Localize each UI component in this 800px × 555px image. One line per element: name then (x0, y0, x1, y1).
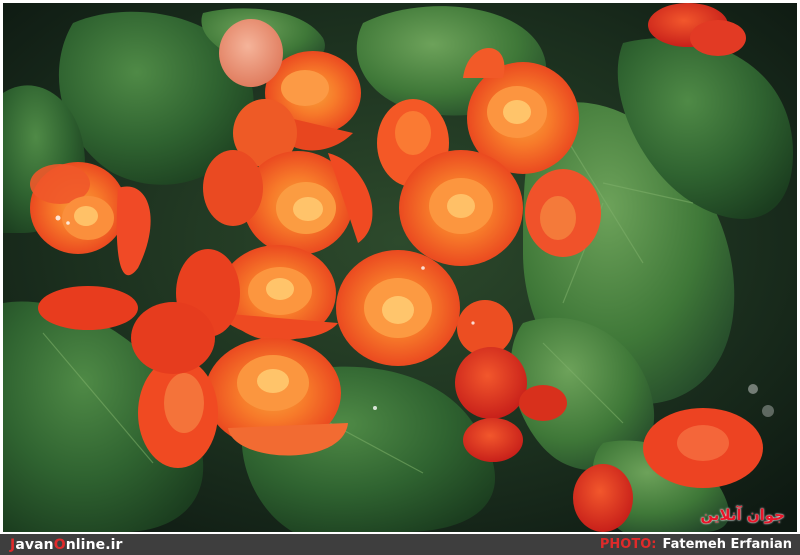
photo-frame: جوان آنلاین JavanOnline.ir PHOTO: Fatemeh… (0, 0, 800, 555)
begonia-photo: جوان آنلاین (3, 3, 797, 532)
site-name-accent-o: O (53, 536, 66, 553)
flower (399, 150, 523, 266)
site-name-mid: avan (15, 536, 54, 553)
flower-illustration (3, 3, 797, 532)
photo-credit: PHOTO: Fatemeh Erfanian (600, 537, 792, 552)
flower (38, 286, 138, 330)
flower (643, 408, 763, 488)
flower-bud (463, 418, 523, 462)
flower (131, 302, 215, 374)
credit-label: PHOTO: (599, 537, 657, 552)
flower-bud (690, 20, 746, 56)
flower (138, 358, 218, 468)
flower-bud (455, 347, 527, 419)
watermark-logo: جوان آنلاین (700, 506, 785, 524)
flower (203, 150, 263, 226)
footer-bar: JavanOnline.ir PHOTO: Fatemeh Erfanian (0, 534, 800, 555)
flower-bud (573, 464, 633, 532)
flower (336, 250, 460, 366)
credit-name: Fatemeh Erfanian (662, 537, 792, 552)
site-name[interactable]: JavanOnline.ir (10, 537, 123, 553)
flower (525, 169, 601, 257)
flower-bud (519, 385, 567, 421)
site-name-rest: nline.ir (65, 536, 123, 553)
flower-bud (219, 19, 283, 87)
